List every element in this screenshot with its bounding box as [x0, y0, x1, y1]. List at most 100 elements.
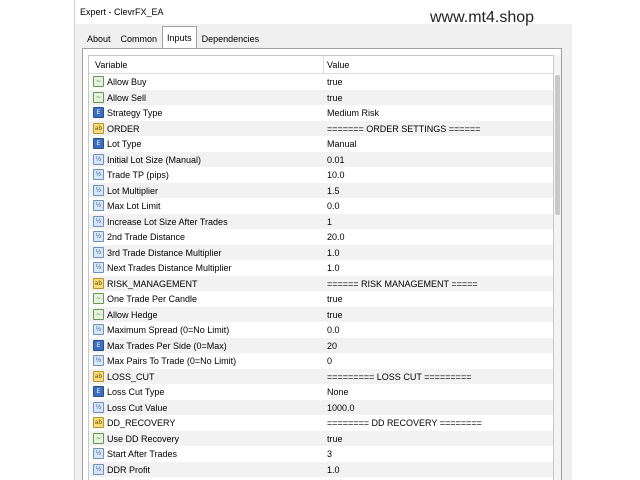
variable-value[interactable]: 20	[327, 341, 337, 351]
variable-name: Initial Lot Size (Manual)	[107, 154, 202, 165]
bool-param-icon: ~	[93, 432, 104, 444]
table-row[interactable]: ½ 2nd Trade Distance 20.0	[89, 229, 553, 245]
numeric-param-icon: ½	[93, 215, 104, 227]
variable-value[interactable]: ======= ORDER SETTINGS ======	[327, 124, 480, 134]
variable-value[interactable]: 0	[327, 356, 332, 366]
table-row[interactable]: E Lot Type Manual	[89, 136, 553, 152]
bool-param-icon: ~	[93, 308, 104, 320]
variable-value[interactable]: 1.0	[327, 465, 340, 475]
variable-name: Allow Buy	[107, 77, 147, 87]
variable-value[interactable]: ======== DD RECOVERY ========	[327, 418, 482, 428]
window-title: Expert - ClevrFX_EA	[80, 7, 164, 17]
variable-name: Loss Cut Type	[107, 387, 165, 397]
enum-param-icon: E	[93, 386, 104, 397]
numeric-param-icon: ½	[93, 463, 104, 475]
table-row[interactable]: ½ Loss Cut Value 1000.0	[89, 399, 553, 415]
variable-value[interactable]: 20.0	[327, 232, 345, 242]
table-row[interactable]: ~ Use DD Recovery true	[89, 430, 553, 446]
table-row[interactable]: ½ 3rd Trade Distance Multiplier 1.0	[89, 244, 553, 260]
numeric-param-icon: ½	[93, 324, 104, 335]
vertical-scrollbar[interactable]	[554, 55, 561, 480]
table-row[interactable]: ½ DDR Profit 1.0	[89, 461, 553, 477]
variable-value[interactable]: 1.0	[327, 248, 340, 258]
variable-name: Allow Sell	[107, 92, 147, 103]
table-row[interactable]: E Strategy Type Medium Risk	[89, 105, 553, 121]
variable-name: ORDER	[107, 123, 140, 134]
column-header-variable[interactable]: Variable	[95, 60, 127, 70]
numeric-param-icon: ½	[93, 153, 104, 165]
table-row[interactable]: ½ Trade TP (pips) 10.0	[89, 167, 553, 183]
numeric-param-icon: ½	[93, 355, 104, 366]
table-row[interactable]: ½ Max Lot Limit 0.0	[89, 198, 553, 214]
variable-value[interactable]: 0.0	[327, 201, 340, 211]
string-param-icon: ab	[93, 122, 104, 134]
string-param-icon: ab	[93, 277, 104, 289]
enum-param-icon: E	[93, 138, 104, 149]
table-row[interactable]: ab LOSS_CUT ========= LOSS CUT =========	[89, 368, 553, 384]
variable-value[interactable]: true	[327, 434, 343, 444]
tab-about[interactable]: About	[82, 28, 116, 48]
numeric-param-icon: ½	[93, 262, 104, 273]
variable-value[interactable]: None	[327, 387, 349, 397]
table-row[interactable]: ½ Initial Lot Size (Manual) 0.01	[89, 151, 553, 167]
variable-name: LOSS_CUT	[107, 371, 155, 382]
variable-name: RISK_MANAGEMENT	[107, 278, 198, 289]
scrollbar-thumb[interactable]	[555, 75, 560, 215]
variable-name: DD_RECOVERY	[107, 418, 176, 428]
table-header: Variable Value	[89, 56, 553, 74]
string-param-icon: ab	[93, 417, 104, 428]
variable-value[interactable]: true	[327, 77, 343, 87]
variable-value[interactable]: ========= LOSS CUT =========	[327, 372, 471, 382]
bool-param-icon: ~	[93, 76, 104, 87]
variable-value[interactable]: 1.0	[327, 263, 340, 273]
table-row[interactable]: ~ Allow Sell true	[89, 89, 553, 105]
numeric-param-icon: ½	[93, 184, 104, 196]
variable-value[interactable]: Manual	[327, 139, 357, 149]
numeric-param-icon: ½	[93, 401, 104, 413]
variable-name: Max Pairs To Trade (0=No Limit)	[107, 356, 237, 366]
variable-value[interactable]: 1000.0	[327, 403, 355, 413]
string-param-icon: ab	[93, 370, 104, 382]
variable-value[interactable]: Medium Risk	[327, 108, 379, 118]
variable-name: One Trade Per Candle	[107, 294, 198, 304]
table-row[interactable]: ½ Max Pairs To Trade (0=No Limit) 0	[89, 353, 553, 369]
variable-name: Strategy Type	[107, 108, 163, 118]
variable-name: Use DD Recovery	[107, 433, 180, 444]
table-row[interactable]: ½ Next Trades Distance Multiplier 1.0	[89, 260, 553, 276]
tab-dependencies[interactable]: Dependencies	[197, 28, 265, 48]
tab-inputs[interactable]: Inputs	[162, 26, 197, 48]
variable-value[interactable]: true	[327, 310, 343, 320]
column-header-value[interactable]: Value	[327, 60, 349, 70]
variable-value[interactable]: 1	[327, 217, 332, 227]
table-row[interactable]: ~ One Trade Per Candle true	[89, 291, 553, 307]
inputs-panel: Variable Value ~ Allow Buy true ~ Allow Sell…	[82, 48, 562, 480]
table-row[interactable]: ab RISK_MANAGEMENT ====== RISK MANAGEMENT …	[89, 275, 553, 291]
table-row[interactable]: ~ Allow Hedge true	[89, 306, 553, 322]
tab-common[interactable]: Common	[116, 28, 163, 48]
variable-value[interactable]: true	[327, 294, 343, 304]
variable-name: Maximum Spread (0=No Limit)	[107, 325, 230, 335]
variable-name: Lot Type	[107, 139, 142, 149]
variable-name: Increase Lot Size After Trades	[107, 216, 228, 227]
variable-value[interactable]: 0.0	[327, 325, 340, 335]
bool-param-icon: ~	[93, 91, 104, 103]
table-row[interactable]: E Loss Cut Type None	[89, 384, 553, 400]
variable-value[interactable]: 3	[327, 449, 332, 459]
table-row[interactable]: ½ Start After Trades 3	[89, 446, 553, 462]
variable-value[interactable]: 0.01	[327, 155, 345, 165]
table-row[interactable]: ab DD_RECOVERY ======== DD RECOVERY ======…	[89, 415, 553, 431]
table-row[interactable]: E Max Trades Per Side (0=Max) 20	[89, 337, 553, 353]
table-row[interactable]: ½ Maximum Spread (0=No Limit) 0.0	[89, 322, 553, 338]
table-row[interactable]: ab ORDER ======= ORDER SETTINGS ======	[89, 120, 553, 136]
variable-name: Start After Trades	[107, 449, 178, 459]
variable-name: Trade TP (pips)	[107, 170, 169, 180]
column-divider[interactable]	[323, 56, 324, 74]
variable-value[interactable]: 1.5	[327, 186, 340, 196]
table-row[interactable]: ~ Allow Buy true	[89, 74, 553, 90]
variable-value[interactable]: true	[327, 93, 343, 103]
variable-value[interactable]: 10.0	[327, 170, 345, 180]
table-row[interactable]: ½ Lot Multiplier 1.5	[89, 182, 553, 198]
variable-name: Lot Multiplier	[107, 185, 159, 196]
table-row[interactable]: ½ Increase Lot Size After Trades 1	[89, 213, 553, 229]
variable-value[interactable]: ====== RISK MANAGEMENT =====	[327, 279, 478, 289]
